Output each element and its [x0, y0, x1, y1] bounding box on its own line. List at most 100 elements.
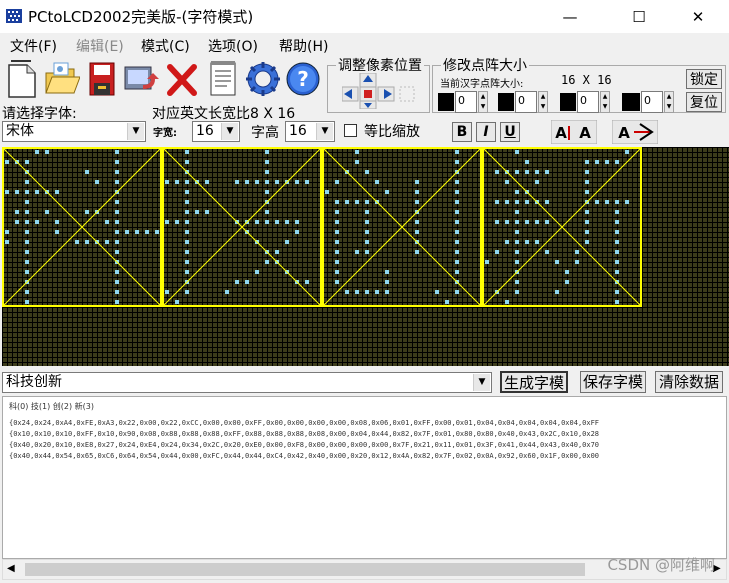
font-settings-row: 请选择字体: 对应英文长宽比8 X 16 宋体 ▼ 字宽: 16 ▼ 字高 16…: [0, 103, 729, 147]
glyph-pixel: [565, 270, 569, 274]
new-file-icon: [8, 60, 36, 98]
bold-button[interactable]: B: [452, 122, 472, 142]
save-button[interactable]: [84, 59, 120, 99]
glyph-pixel: [455, 180, 459, 184]
chevron-down-icon: ▼: [127, 123, 144, 140]
glyph-pixel: [335, 280, 339, 284]
menu-options[interactable]: 选项(O): [208, 36, 258, 56]
glyph-pixel: [355, 160, 359, 164]
menu-edit[interactable]: 编辑(E): [76, 36, 124, 56]
glyph-editor-grid[interactable]: [2, 147, 729, 366]
glyph-pixel: [115, 240, 119, 244]
glyph-pixel: [575, 260, 579, 264]
clear-data-button[interactable]: 清除数据: [655, 371, 723, 393]
shift-right-icon[interactable]: [377, 86, 395, 102]
flip-horizontal-button[interactable]: AA: [551, 120, 597, 144]
shift-left-icon[interactable]: [342, 86, 359, 102]
glyph-pixel: [365, 230, 369, 234]
svg-text:A: A: [579, 124, 591, 142]
glyph-pixel: [505, 240, 509, 244]
shift-reset-icon[interactable]: [399, 86, 415, 102]
glyph-pixel: [535, 220, 539, 224]
glyph-pixel: [175, 300, 179, 304]
glyph-pixel: [365, 220, 369, 224]
glyph-pixel: [115, 180, 119, 184]
generate-font-button[interactable]: 生成字模: [500, 371, 568, 393]
glyph-pixel: [515, 150, 519, 154]
glyph-pixel: [115, 220, 119, 224]
glyph-pixel: [455, 210, 459, 214]
menu-mode[interactable]: 模式(C): [141, 36, 190, 56]
glyph-pixel: [615, 200, 619, 204]
glyph-pixel: [15, 210, 19, 214]
glyph-pixel: [95, 180, 99, 184]
output-line: {0x24,0x24,0xA4,0xFE,0xA3,0x22,0x00,0x22…: [9, 419, 600, 427]
settings-button[interactable]: [245, 59, 281, 99]
flip-vertical-button[interactable]: A: [612, 120, 658, 144]
help-button[interactable]: ?: [285, 59, 321, 99]
maximize-button[interactable]: ☐: [616, 0, 662, 33]
notepad-button[interactable]: [205, 59, 241, 99]
glyph-pixel: [185, 270, 189, 274]
glyph-pixel: [455, 220, 459, 224]
glyph-pixel: [335, 210, 339, 214]
glyph-pixel: [265, 150, 269, 154]
new-file-button[interactable]: [5, 59, 41, 99]
glyph-pixel: [535, 240, 539, 244]
toolbar: ? 调整像素位置 修改点阵大小 当前汉字点阵大小: 16 X 16 锁定 复位 …: [0, 55, 729, 113]
glyph-pixel: [415, 250, 419, 254]
scroll-thumb[interactable]: [25, 563, 585, 576]
glyph-pixel: [85, 240, 89, 244]
glyph-pixel: [25, 180, 29, 184]
glyph-pixel: [585, 170, 589, 174]
close-button[interactable]: ✕: [675, 0, 721, 33]
glyph-pixel: [185, 250, 189, 254]
glyph-pixel: [365, 200, 369, 204]
scroll-left-icon[interactable]: ◀: [7, 563, 15, 574]
glyph-pixel: [245, 280, 249, 284]
glyph-pixel: [5, 190, 9, 194]
glyph-pixel: [115, 200, 119, 204]
glyph-pixel: [335, 200, 339, 204]
font-height-select[interactable]: 16 ▼: [285, 121, 335, 142]
shift-center-icon[interactable]: [359, 86, 377, 102]
glyph-pixel: [165, 220, 169, 224]
font-width-select[interactable]: 16 ▼: [192, 121, 240, 142]
glyph-pixel: [145, 230, 149, 234]
minimize-button[interactable]: —: [547, 0, 593, 33]
text-input[interactable]: 科技创新 ▼: [2, 372, 492, 393]
svg-text:A: A: [555, 124, 567, 142]
menu-help[interactable]: 帮助(H): [279, 36, 328, 56]
glyph-pixel: [185, 200, 189, 204]
shift-up-icon[interactable]: [359, 73, 377, 88]
glyph-pixel: [585, 180, 589, 184]
glyph-pixel: [455, 200, 459, 204]
menu-file[interactable]: 文件(F): [10, 36, 57, 56]
font-select[interactable]: 宋体 ▼: [2, 121, 146, 142]
glyph-pixel: [515, 250, 519, 254]
underline-button[interactable]: U: [500, 122, 520, 142]
glyph-pixel: [615, 300, 619, 304]
open-file-button[interactable]: [44, 59, 81, 99]
glyph-pixel: [515, 170, 519, 174]
output-textarea[interactable]: 科(0) 技(1) 创(2) 新(3) {0x24,0x24,0xA4,0xFE…: [2, 396, 727, 559]
glyph-pixel: [615, 240, 619, 244]
glyph-pixel: [455, 260, 459, 264]
action-row: 科技创新 ▼ 生成字模 保存字模 清除数据: [0, 370, 729, 394]
italic-button[interactable]: I: [476, 122, 496, 142]
glyph-pixel: [455, 150, 459, 154]
glyph-pixel: [445, 300, 449, 304]
glyph-pixel: [435, 290, 439, 294]
glyph-pixel: [15, 220, 19, 224]
glyph-pixel: [505, 220, 509, 224]
glyph-pixel: [25, 230, 29, 234]
glyph-pixel: [495, 200, 499, 204]
delete-button[interactable]: [164, 59, 200, 99]
save-font-button[interactable]: 保存字模: [580, 371, 646, 393]
export-button[interactable]: [123, 59, 159, 99]
lock-button[interactable]: 锁定: [686, 69, 722, 89]
proportional-scale-checkbox[interactable]: [344, 124, 357, 137]
glyph-pixel: [265, 160, 269, 164]
glyph-pixel: [225, 290, 229, 294]
glyph-pixel: [255, 180, 259, 184]
